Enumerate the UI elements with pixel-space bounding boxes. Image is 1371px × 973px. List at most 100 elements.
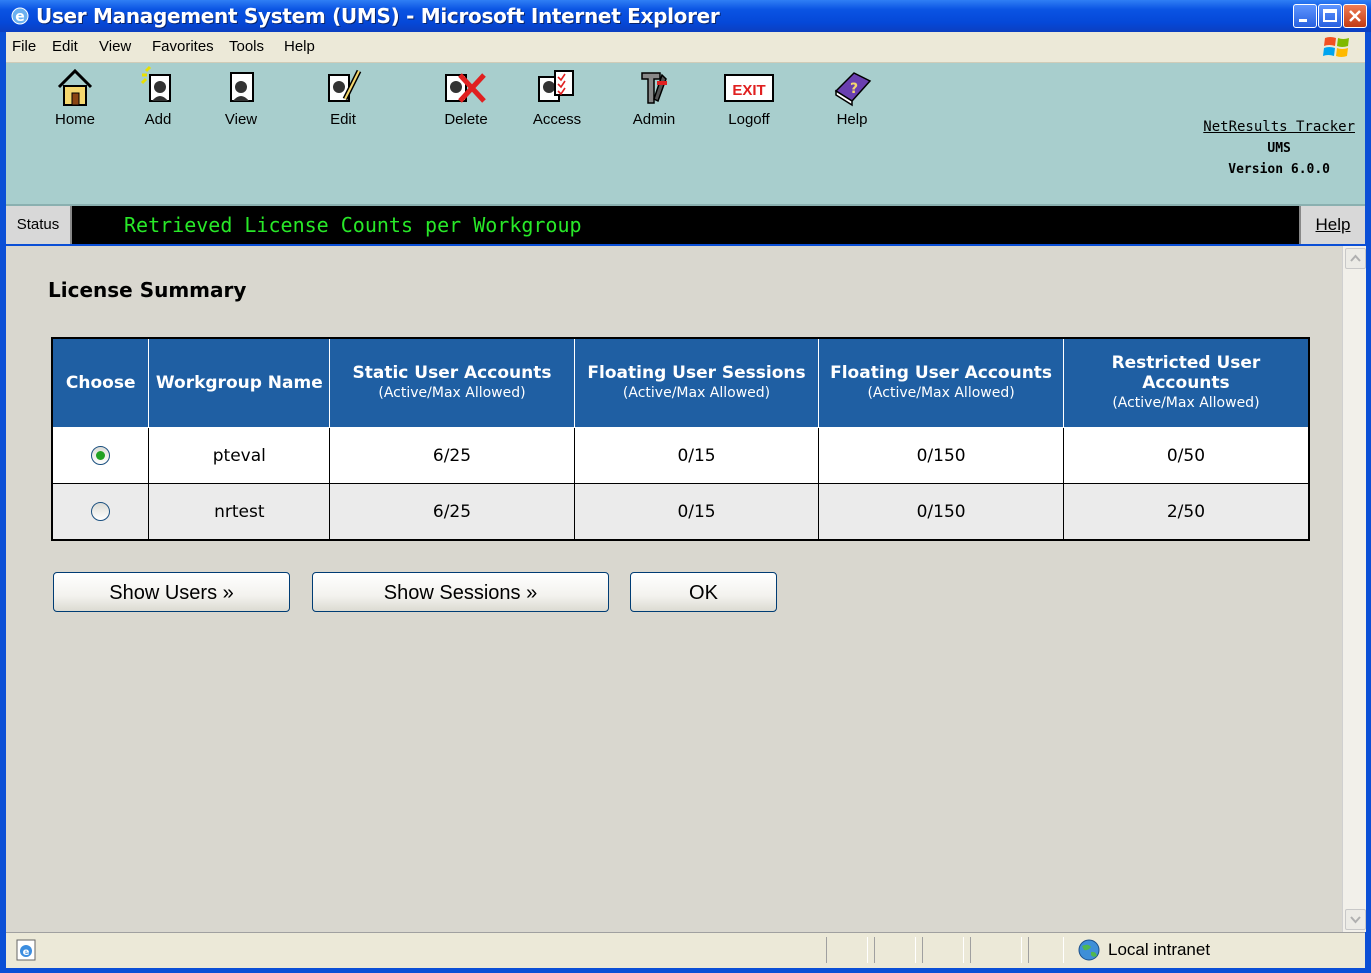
status-label: Status [6,206,72,244]
status-line: Status Retrieved License Counts per Work… [6,206,1365,244]
license-summary-table: Choose Workgroup Name Static User Accoun… [51,337,1310,541]
header-fsessions-sub: (Active/Max Allowed) [622,385,771,401]
workgroup-radio-selected[interactable] [91,446,111,465]
table-row: nrtest 6/25 0/15 0/150 2/50 [51,483,1310,541]
windows-logo-icon [1323,37,1349,57]
close-icon [1349,10,1361,22]
maximize-icon [1323,9,1337,22]
status-pane [874,937,916,963]
floating-sessions-cell: 0/15 [573,483,820,541]
close-button[interactable] [1343,4,1367,28]
toolbar-delete-button[interactable]: Delete [431,65,501,153]
delete-user-icon [445,73,486,103]
restricted-accounts-cell: 2/50 [1062,483,1310,541]
toolbar-delete-label: Delete [444,111,488,128]
toolbar-view-label: View [224,111,258,128]
toolbar-home-button[interactable]: Home [40,65,110,153]
menu-favorites[interactable]: Favorites [152,38,214,55]
toolbar-logoff-label: Logoff [728,111,770,128]
scroll-up-button[interactable] [1345,248,1366,269]
internet-explorer-icon: e [11,7,29,25]
admin-tools-icon [641,72,667,104]
show-users-button[interactable]: Show Users » [53,572,290,612]
choose-cell [51,483,150,541]
header-restricted-accounts: Restricted User Accounts (Active/Max Allo… [1062,338,1310,428]
status-help-link[interactable]: Help [1299,206,1365,244]
choose-cell [51,427,150,484]
header-restricted-sub: (Active/Max Allowed) [1112,395,1260,411]
page-ie-icon: e [16,939,36,961]
svg-text:e: e [15,9,25,25]
product-version: Version 6.0.0 [1228,162,1331,177]
menu-file[interactable]: File [12,38,36,55]
toolbar-edit-label: Edit [330,111,356,128]
toolbar-home-label: Home [54,111,95,128]
svg-text:e: e [23,947,30,958]
menu-edit[interactable]: Edit [52,38,78,55]
header-static-title: Static User Accounts [352,363,552,383]
status-message: Retrieved License Counts per Workgroup [124,213,582,237]
header-choose: Choose [51,338,150,428]
show-sessions-button[interactable]: Show Sessions » [312,572,609,612]
page-title: License Summary [48,278,247,302]
header-static-accounts: Static User Accounts (Active/Max Allowed) [329,338,575,428]
menu-help[interactable]: Help [284,38,315,55]
floating-accounts-cell: 0/150 [818,427,1064,484]
product-name: UMS [1267,141,1291,156]
maximize-button[interactable] [1318,4,1342,28]
local-intranet-globe-icon [1078,939,1100,961]
status-pane [970,937,1022,963]
edit-user-icon [328,69,362,102]
scroll-down-icon [1350,916,1361,924]
header-faccounts-title: Floating User Accounts [830,363,1053,383]
security-zone-label: Local intranet [1108,940,1211,959]
header-restricted-title: Restricted User Accounts [1111,353,1261,393]
home-icon [57,68,93,106]
svg-text:?: ? [850,81,858,97]
floating-sessions-cell: 0/15 [573,427,820,484]
netresults-link[interactable]: NetResults Tracker [1203,117,1355,138]
restricted-accounts-cell: 0/50 [1062,427,1310,484]
static-accounts-cell: 6/25 [329,427,575,484]
access-user-icon [538,70,574,102]
toolbar-view-button[interactable]: View [206,65,276,153]
status-pane [826,937,868,963]
help-book-icon: ? [834,72,872,107]
app-toolbar: Home Add View Edit Delete Access Admin E… [6,63,1365,206]
header-static-sub: (Active/Max Allowed) [378,385,526,401]
scroll-down-button[interactable] [1345,909,1366,930]
menu-view[interactable]: View [99,38,131,55]
toolbar-admin-label: Admin [632,111,676,128]
header-fsessions-title: Floating User Sessions [587,363,806,383]
exit-sign-text: EXIT [732,82,765,99]
toolbar-logoff-button[interactable]: EXIT Logoff [714,65,784,153]
menu-tools[interactable]: Tools [229,38,264,55]
view-user-icon [230,72,254,102]
minimize-button[interactable] [1293,4,1317,28]
toolbar-add-label: Add [144,111,172,128]
toolbar-admin-button[interactable]: Admin [619,65,689,153]
vertical-scrollbar[interactable] [1342,246,1366,932]
toolbar-access-label: Access [532,111,582,128]
status-pane [922,937,964,963]
header-faccounts-sub: (Active/Max Allowed) [867,385,1015,401]
toolbar-help-label: Help [836,111,868,128]
toolbar-help-button[interactable]: ? Help [817,65,887,153]
toolbar-access-button[interactable]: Access [522,65,592,153]
header-workgroup: Workgroup Name [148,338,331,428]
minimize-icon [1299,19,1307,22]
toolbar-edit-button[interactable]: Edit [308,65,378,153]
header-floating-accounts: Floating User Accounts (Active/Max Allowe… [818,338,1064,428]
product-info: NetResults Tracker UMS Version 6.0.0 [1203,117,1355,180]
floating-accounts-cell: 0/150 [818,483,1064,541]
table-header-row: Choose Workgroup Name Static User Accoun… [51,338,1310,428]
exit-icon: EXIT [724,74,774,102]
browser-status-bar: e Local intranet [6,932,1365,968]
ok-button[interactable]: OK [630,572,777,612]
workgroup-cell: pteval [148,427,331,484]
header-floating-sessions: Floating User Sessions (Active/Max Allowe… [573,338,820,428]
workgroup-radio[interactable] [91,502,111,521]
title-bar: e User Management System (UMS) - Microso… [0,0,1371,32]
menu-bar: File Edit View Favorites Tools Help [6,32,1365,63]
toolbar-add-button[interactable]: Add [123,65,193,153]
